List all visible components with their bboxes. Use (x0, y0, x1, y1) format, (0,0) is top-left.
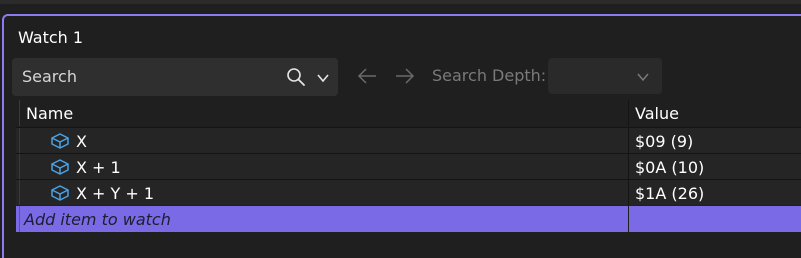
watch-expression: X + Y + 1 (76, 184, 155, 203)
grid-header: Name Value (16, 100, 801, 126)
search-placeholder: Search (22, 67, 77, 86)
watch-value-cell[interactable]: $1A (26) (628, 180, 801, 205)
search-icon[interactable] (286, 67, 306, 87)
panel-title: Watch 1 (18, 28, 84, 47)
column-header-name[interactable]: Name (16, 100, 627, 126)
column-header-value-label: Value (635, 104, 679, 123)
cube-icon (51, 133, 69, 149)
chevron-down-icon (637, 73, 649, 82)
table-row[interactable]: X + Y + 1 $1A (26) (16, 179, 801, 205)
add-watch-value-cell (628, 206, 801, 232)
row-gutter (16, 154, 20, 179)
watch-value-cell[interactable]: $09 (9) (628, 128, 801, 153)
watch-expression: X + 1 (76, 158, 121, 177)
column-header-name-label: Name (26, 104, 74, 123)
arrow-right-icon[interactable] (394, 66, 416, 86)
window-edge (0, 0, 801, 4)
search-input[interactable]: Search (12, 58, 338, 96)
search-depth-label: Search Depth: (432, 66, 547, 85)
add-watch-row[interactable]: Add item to watch (16, 206, 801, 232)
watch-panel: Watch 1 Search Search Depth: Name Value … (2, 14, 801, 258)
cube-icon (51, 159, 69, 175)
watch-value-cell[interactable]: $0A (10) (628, 154, 801, 179)
top-strip (0, 0, 801, 14)
row-gutter (16, 206, 20, 232)
table-row[interactable]: X $09 (9) (16, 127, 801, 153)
row-gutter (16, 128, 20, 153)
chevron-down-icon[interactable] (316, 71, 330, 85)
watch-expression: X (76, 132, 87, 151)
add-watch-placeholder: Add item to watch (24, 210, 171, 229)
table-row[interactable]: X + 1 $0A (10) (16, 153, 801, 179)
add-watch-input[interactable]: Add item to watch (16, 206, 627, 232)
column-header-value[interactable]: Value (628, 100, 801, 126)
arrow-left-icon[interactable] (356, 66, 378, 86)
watch-grid: Name Value X $09 (9) X + 1 $0A (10) X + … (16, 100, 801, 232)
watch-value: $09 (9) (635, 132, 694, 151)
watch-name-cell[interactable]: X (16, 128, 627, 153)
watch-value: $0A (10) (635, 158, 705, 177)
row-gutter (16, 100, 20, 126)
search-depth-select[interactable] (548, 58, 662, 94)
watch-value: $1A (26) (635, 184, 705, 203)
watch-name-cell[interactable]: X + 1 (16, 154, 627, 179)
watch-name-cell[interactable]: X + Y + 1 (16, 180, 627, 205)
row-gutter (16, 180, 20, 205)
cube-icon (51, 185, 69, 201)
